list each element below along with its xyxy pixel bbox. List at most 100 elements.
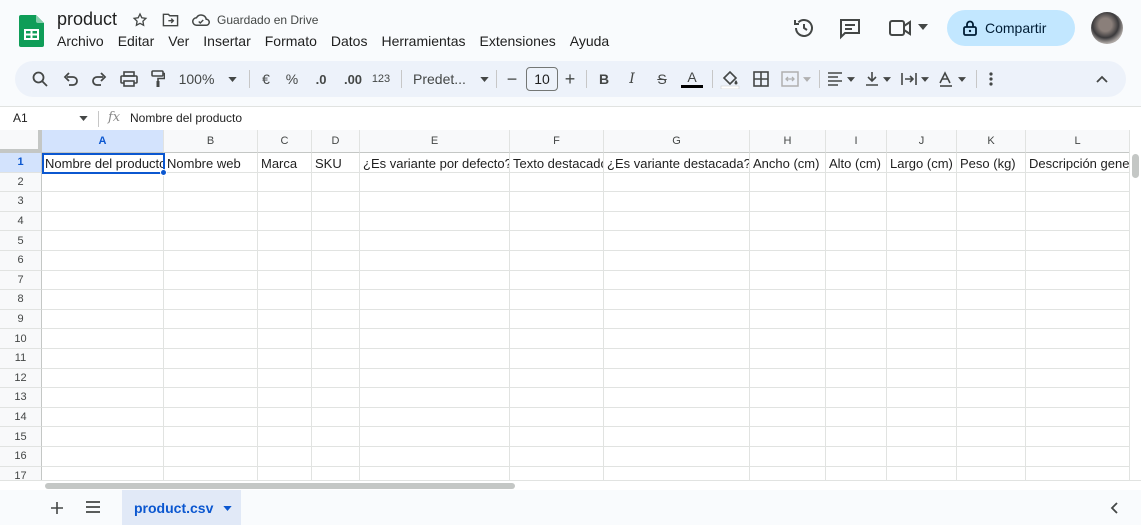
cell-h12[interactable]	[750, 368, 826, 389]
cell-h9[interactable]	[750, 309, 826, 330]
cell-l9[interactable]	[1026, 309, 1130, 330]
text-rotation-button[interactable]	[936, 61, 968, 97]
cell-h5[interactable]	[750, 231, 826, 251]
cell-a10[interactable]	[42, 329, 164, 349]
cell-j1[interactable]: Largo (cm)	[887, 153, 957, 173]
cell-l10[interactable]	[1026, 329, 1130, 349]
cell-l4[interactable]	[1026, 211, 1130, 232]
add-sheet-icon[interactable]	[50, 501, 64, 515]
cell-g2[interactable]	[604, 172, 750, 193]
row-header-8[interactable]: 8	[0, 290, 42, 310]
increase-decimal-button[interactable]: .00	[339, 61, 367, 97]
cell-e5[interactable]	[360, 231, 510, 251]
cell-k6[interactable]	[957, 251, 1026, 271]
cell-b17[interactable]	[164, 466, 258, 480]
cell-a1[interactable]: Nombre del producto	[42, 153, 164, 173]
strikethrough-button[interactable]: S	[653, 61, 671, 97]
cell-e8[interactable]	[360, 290, 510, 310]
document-title[interactable]: product	[57, 9, 117, 30]
cell-e15[interactable]	[360, 427, 510, 447]
cell-l8[interactable]	[1026, 290, 1130, 310]
cell-l11[interactable]	[1026, 349, 1130, 369]
more-options-button[interactable]	[982, 61, 1000, 97]
cell-j5[interactable]	[887, 231, 957, 251]
user-avatar[interactable]	[1091, 12, 1123, 44]
cell-g14[interactable]	[604, 407, 750, 428]
cell-e10[interactable]	[360, 329, 510, 349]
cell-j16[interactable]	[887, 447, 957, 467]
cell-d10[interactable]	[312, 329, 360, 349]
column-header-b[interactable]: B	[164, 130, 258, 153]
cell-e6[interactable]	[360, 251, 510, 271]
cell-a6[interactable]	[42, 251, 164, 271]
cell-l7[interactable]	[1026, 270, 1130, 291]
column-header-e[interactable]: E	[360, 130, 510, 153]
cell-h15[interactable]	[750, 427, 826, 447]
cell-i10[interactable]	[826, 329, 887, 349]
cell-d2[interactable]	[312, 172, 360, 193]
cell-d3[interactable]	[312, 192, 360, 212]
cell-j8[interactable]	[887, 290, 957, 310]
cell-g17[interactable]	[604, 466, 750, 480]
menu-herramientas[interactable]: Herramientas	[381, 33, 472, 49]
cell-g3[interactable]	[604, 192, 750, 212]
row-header-17[interactable]: 17	[0, 466, 42, 480]
cell-a15[interactable]	[42, 427, 164, 447]
cell-i14[interactable]	[826, 407, 887, 428]
row-header-4[interactable]: 4	[0, 211, 42, 232]
cell-l16[interactable]	[1026, 447, 1130, 467]
formula-input[interactable]: Nombre del producto	[130, 111, 242, 125]
cell-i6[interactable]	[826, 251, 887, 271]
cell-d8[interactable]	[312, 290, 360, 310]
cell-a7[interactable]	[42, 270, 164, 291]
row-header-2[interactable]: 2	[0, 172, 42, 193]
menu-formato[interactable]: Formato	[265, 33, 324, 49]
undo-button[interactable]	[60, 61, 82, 97]
cell-l2[interactable]	[1026, 172, 1130, 193]
cell-h10[interactable]	[750, 329, 826, 349]
cell-k17[interactable]	[957, 466, 1026, 480]
cell-e4[interactable]	[360, 211, 510, 232]
cell-j13[interactable]	[887, 388, 957, 408]
cell-k5[interactable]	[957, 231, 1026, 251]
chevron-left-icon[interactable]	[1110, 502, 1118, 514]
cell-h11[interactable]	[750, 349, 826, 369]
cell-c6[interactable]	[258, 251, 312, 271]
cell-a3[interactable]	[42, 192, 164, 212]
cell-c1[interactable]: Marca	[258, 153, 312, 173]
cell-b14[interactable]	[164, 407, 258, 428]
cell-f13[interactable]	[510, 388, 604, 408]
paint-format-button[interactable]	[147, 61, 169, 97]
cell-l1[interactable]: Descripción general	[1026, 153, 1130, 173]
cell-j6[interactable]	[887, 251, 957, 271]
cell-j12[interactable]	[887, 368, 957, 389]
select-all-corner[interactable]	[0, 130, 42, 153]
cell-k7[interactable]	[957, 270, 1026, 291]
cell-i5[interactable]	[826, 231, 887, 251]
cell-b9[interactable]	[164, 309, 258, 330]
menu-ver[interactable]: Ver	[168, 33, 196, 49]
cell-l15[interactable]	[1026, 427, 1130, 447]
cell-a12[interactable]	[42, 368, 164, 389]
row-header-13[interactable]: 13	[0, 388, 42, 408]
cell-a17[interactable]	[42, 466, 164, 480]
column-header-j[interactable]: J	[887, 130, 957, 153]
cell-g6[interactable]	[604, 251, 750, 271]
cell-d1[interactable]: SKU	[312, 153, 360, 173]
cell-d14[interactable]	[312, 407, 360, 428]
cell-g8[interactable]	[604, 290, 750, 310]
chevron-down-icon[interactable]	[79, 116, 88, 121]
row-header-12[interactable]: 12	[0, 368, 42, 389]
column-header-i[interactable]: I	[826, 130, 887, 153]
cell-h16[interactable]	[750, 447, 826, 467]
cell-g4[interactable]	[604, 211, 750, 232]
cell-g7[interactable]	[604, 270, 750, 291]
cell-g13[interactable]	[604, 388, 750, 408]
cell-l6[interactable]	[1026, 251, 1130, 271]
row-header-15[interactable]: 15	[0, 427, 42, 447]
cell-g11[interactable]	[604, 349, 750, 369]
cell-f9[interactable]	[510, 309, 604, 330]
cell-f16[interactable]	[510, 447, 604, 467]
vertical-align-button[interactable]	[863, 61, 893, 97]
cell-b15[interactable]	[164, 427, 258, 447]
